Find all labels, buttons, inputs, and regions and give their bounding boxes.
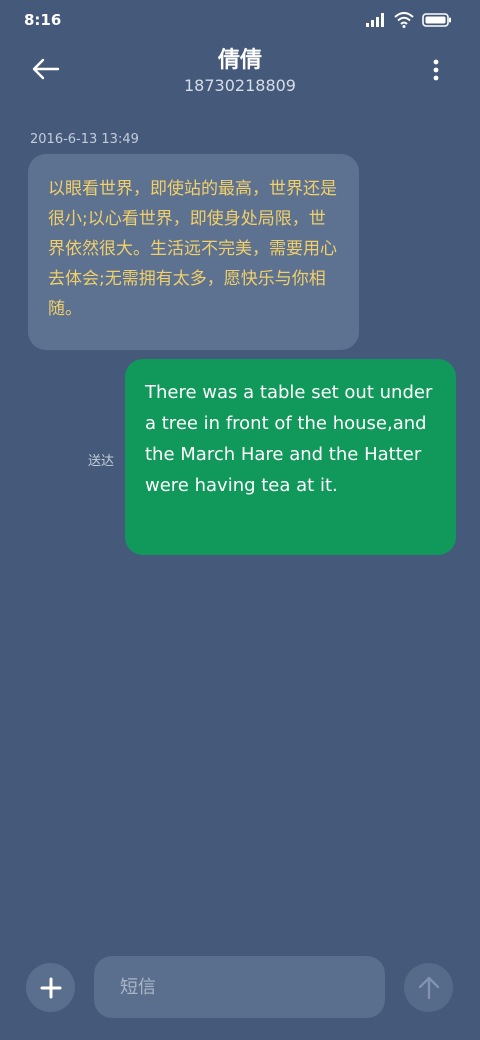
conversation-header: 倩倩 18730218809 — [0, 40, 480, 110]
contact-name: 倩倩 — [217, 48, 262, 73]
signal-icon — [366, 13, 384, 27]
more-vertical-icon — [433, 59, 439, 81]
contact-number: 18730218809 — [184, 76, 296, 95]
status-icons — [366, 12, 452, 28]
status-bar: 8:16 — [0, 0, 480, 40]
more-options-button[interactable] — [426, 56, 446, 84]
incoming-message-bubble[interactable]: 以眼看世界，即使站的最高，世界还是很小;以心看世界，即使身处局限，世界依然很大。… — [28, 154, 359, 350]
plus-icon — [40, 977, 61, 998]
send-button[interactable] — [404, 963, 453, 1012]
battery-icon — [422, 13, 451, 27]
delivery-status: 送达 — [88, 454, 115, 469]
sms-input[interactable] — [94, 956, 385, 1018]
status-time: 8:16 — [24, 11, 62, 29]
message-timestamp: 2016-6-13 13:49 — [30, 132, 139, 147]
composer-bar — [0, 955, 480, 1019]
send-arrow-icon — [418, 976, 439, 999]
add-attachment-button[interactable] — [26, 963, 75, 1012]
wifi-icon — [394, 12, 414, 28]
outgoing-message-bubble[interactable]: There was a table set out under a tree i… — [125, 359, 456, 555]
